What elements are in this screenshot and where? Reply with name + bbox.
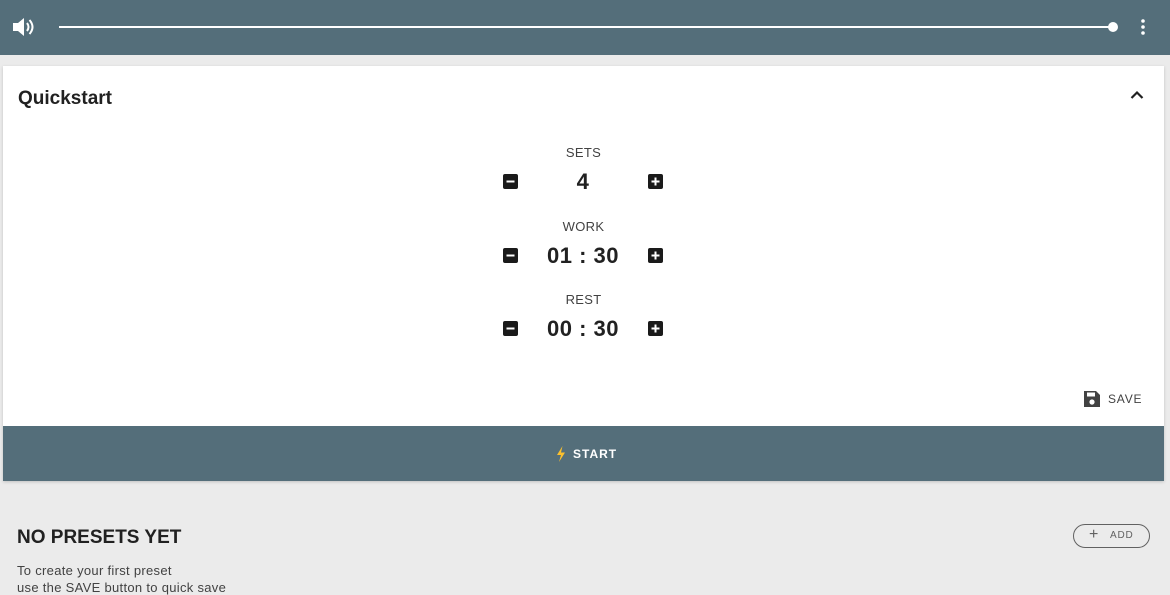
rest-label: REST bbox=[565, 292, 602, 307]
add-label: ADD bbox=[1110, 530, 1134, 541]
presets-hint-line-1: To create your first preset bbox=[17, 563, 172, 578]
save-button[interactable]: SAVE bbox=[1080, 388, 1150, 410]
sets-label: SETS bbox=[565, 145, 602, 160]
top-bar bbox=[0, 0, 1170, 55]
card-title: Quickstart bbox=[18, 88, 112, 109]
save-label: SAVE bbox=[1108, 392, 1143, 406]
volume-slider-fill bbox=[59, 26, 1113, 28]
work-increment-button[interactable] bbox=[648, 248, 663, 263]
bolt-icon bbox=[555, 446, 567, 462]
plus-icon: + bbox=[1089, 526, 1099, 543]
plus-icon bbox=[651, 324, 660, 333]
rest-increment-button[interactable] bbox=[648, 321, 663, 336]
volume-slider[interactable] bbox=[59, 22, 1118, 32]
work-label: WORK bbox=[562, 219, 605, 234]
presets-title: NO PRESETS YET bbox=[17, 527, 182, 548]
quickstart-card: Quickstart SETS 4 WORK 01 : 30 REST 00 :… bbox=[3, 66, 1164, 481]
plus-icon bbox=[651, 251, 660, 260]
volume-up-icon[interactable] bbox=[12, 16, 36, 38]
floppy-disk-icon bbox=[1084, 391, 1100, 407]
start-button-content: START bbox=[555, 446, 635, 462]
volume-slider-thumb[interactable] bbox=[1108, 22, 1118, 32]
add-preset-button[interactable]: + ADD bbox=[1073, 524, 1150, 548]
more-vert-icon[interactable] bbox=[1136, 17, 1150, 37]
start-label: START bbox=[573, 447, 618, 461]
start-button[interactable]: START bbox=[3, 426, 1164, 481]
presets-hint-line-2: use the SAVE button to quick save bbox=[17, 580, 227, 595]
chevron-up-icon[interactable] bbox=[1128, 86, 1146, 104]
sets-increment-button[interactable] bbox=[648, 174, 663, 189]
plus-icon bbox=[651, 177, 660, 186]
